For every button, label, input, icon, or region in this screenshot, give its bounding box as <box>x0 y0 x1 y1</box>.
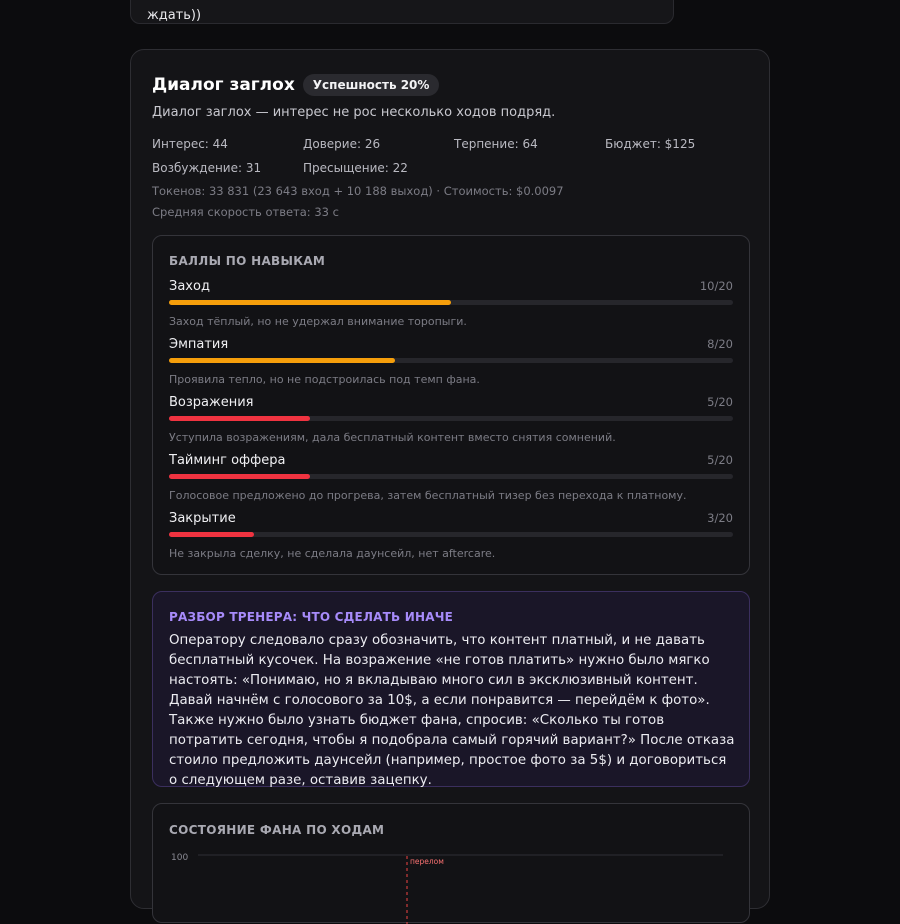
skill-score: 5/20 <box>707 453 733 467</box>
skill-name: Заход <box>169 279 210 294</box>
skill-note: Заход тёплый, но не удержал внимание тор… <box>169 315 467 328</box>
skill-bar-track <box>169 532 733 537</box>
skill-bar-track <box>169 474 733 479</box>
skill-name: Возражения <box>169 395 254 410</box>
skill-bar-track <box>169 358 733 363</box>
skill-score: 5/20 <box>707 395 733 409</box>
skill-score: 3/20 <box>707 511 733 525</box>
avg-speed-info: Средняя скорость ответа: 33 с <box>152 205 339 219</box>
y-tick-100: 100 <box>171 853 188 863</box>
skill-row: Закрытие 3/20 Не закрыла сделку, не сдел… <box>169 511 733 560</box>
skill-row: Заход 10/20 Заход тёплый, но не удержал … <box>169 279 733 328</box>
skill-bar-fill <box>169 532 254 537</box>
skill-score: 8/20 <box>707 337 733 351</box>
result-subtitle: Диалог заглох — интерес не рос несколько… <box>152 105 556 120</box>
stat-patience: Терпение: 64 <box>454 137 538 151</box>
skill-bar-fill <box>169 300 451 305</box>
skill-row: Эмпатия 8/20 Проявила тепло, но не подст… <box>169 337 733 386</box>
stat-satiation: Пресыщение: 22 <box>303 161 408 175</box>
stat-budget: Бюджет: $125 <box>605 137 696 151</box>
skill-bar-fill <box>169 474 310 479</box>
result-card: Диалог заглох Успешность 20% Диалог загл… <box>130 49 770 924</box>
previous-message-text: ждать)) <box>147 8 202 23</box>
skills-title: БАЛЛЫ ПО НАВЫКАМ <box>169 254 326 268</box>
skill-note: Не закрыла сделку, не сделала даунсейл, … <box>169 547 496 560</box>
stat-arousal: Возбуждение: 31 <box>152 161 262 175</box>
skill-bar-track <box>169 300 733 305</box>
skills-panel: БАЛЛЫ ПО НАВЫКАМ Заход 10/20 Заход тёплы… <box>152 235 750 575</box>
tokens-info: Токенов: 33 831 (23 643 вход + 10 188 вы… <box>152 184 564 198</box>
skill-score: 10/20 <box>699 279 733 293</box>
result-title: Диалог заглох <box>152 75 295 95</box>
turning-point-label: перелом <box>410 857 444 866</box>
skill-name: Закрытие <box>169 511 236 526</box>
coach-review-panel: РАЗБОР ТРЕНЕРА: ЧТО СДЕЛАТЬ ИНАЧЕ Операт… <box>152 591 750 788</box>
success-badge: Успешность 20% <box>302 74 440 96</box>
fan-state-panel: СОСТОЯНИЕ ФАНА ПО ХОДАМ 100 перелом <box>152 803 750 924</box>
skill-note: Голосовое предложено до прогрева, затем … <box>169 489 687 502</box>
stats-grid: Интерес: 44 Доверие: 26 Терпение: 64 Бюд… <box>152 137 752 175</box>
stat-trust: Доверие: 26 <box>303 137 381 151</box>
coach-title: РАЗБОР ТРЕНЕРА: ЧТО СДЕЛАТЬ ИНАЧЕ <box>169 610 453 624</box>
stat-interest: Интерес: 44 <box>152 137 228 151</box>
previous-message-bubble: ждать)) <box>130 0 674 24</box>
skill-row: Тайминг оффера 5/20 Голосовое предложено… <box>169 453 733 502</box>
result-header: Диалог заглох Успешность 20% <box>152 74 440 96</box>
skill-row: Возражения 5/20 Уступила возражениям, да… <box>169 395 733 444</box>
skill-bar-fill <box>169 358 395 363</box>
skill-name: Эмпатия <box>169 337 229 352</box>
skill-note: Уступила возражениям, дала бесплатный ко… <box>169 431 616 444</box>
skill-bar-fill <box>169 416 310 421</box>
skill-note: Проявила тепло, но не подстроилась под т… <box>169 373 480 386</box>
skill-bar-track <box>169 416 733 421</box>
skill-name: Тайминг оффера <box>169 453 286 468</box>
fan-state-chart: 100 перелом <box>171 853 723 924</box>
coach-text: Оператору следовало сразу обозначить, чт… <box>169 633 735 788</box>
